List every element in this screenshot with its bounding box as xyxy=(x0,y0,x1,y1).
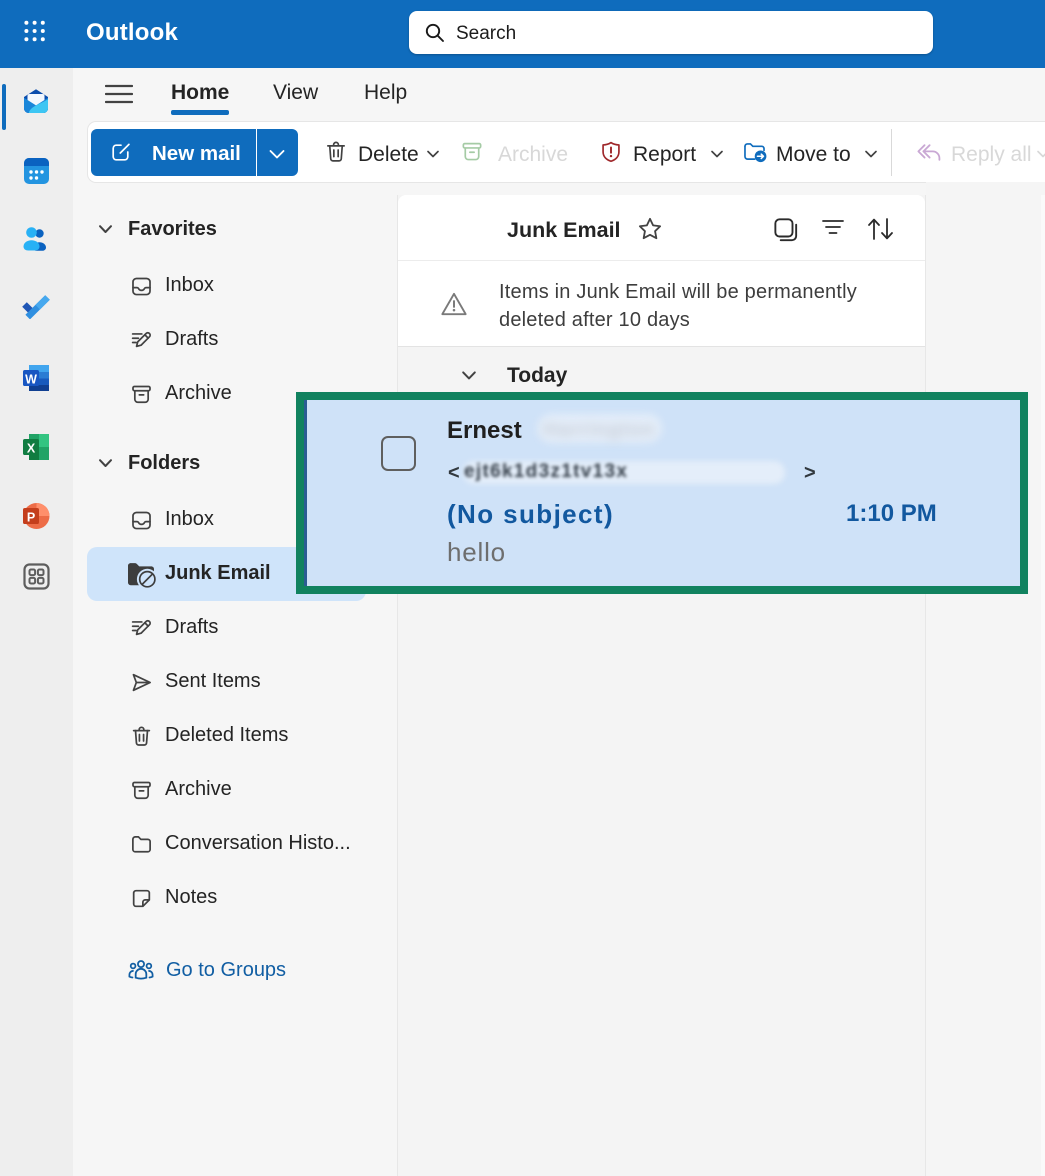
svg-text:X: X xyxy=(27,442,36,456)
svg-text:W: W xyxy=(25,373,37,387)
svg-text:P: P xyxy=(27,511,35,525)
